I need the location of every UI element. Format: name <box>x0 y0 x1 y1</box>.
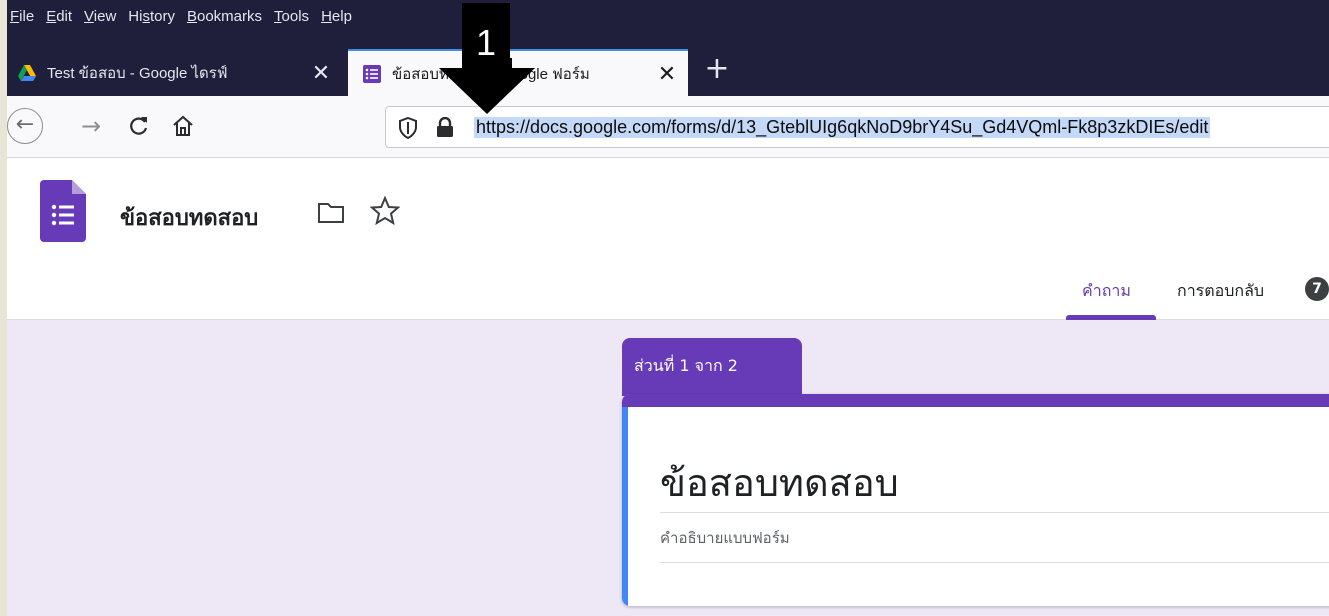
card-accent-bar <box>622 394 1329 407</box>
back-icon[interactable]: ← <box>7 108 43 144</box>
form-title[interactable]: ข้อสอบทดสอบ <box>660 452 899 513</box>
menu-file[interactable]: File <box>10 8 34 25</box>
response-count-badge: 7 <box>1305 277 1329 301</box>
menu-help[interactable]: Help <box>321 8 352 25</box>
navigation-toolbar: ← → https://docs.google.com/forms/d/13_G… <box>7 96 1329 158</box>
tab-questions[interactable]: คำถาม <box>1082 279 1131 304</box>
browser-window: File Edit View History Bookmarks Tools H… <box>7 0 1329 616</box>
new-tab-button[interactable]: + <box>700 53 734 87</box>
url-text[interactable]: https://docs.google.com/forms/d/13_Gtebl… <box>474 117 1211 138</box>
tracking-shield-icon[interactable] <box>398 116 418 140</box>
menu-edit[interactable]: Edit <box>46 8 72 25</box>
divider <box>660 562 1329 563</box>
form-title-card[interactable]: ข้อสอบทดสอบ คำอธิบายแบบฟอร์ม <box>622 394 1329 606</box>
google-forms-icon <box>362 64 382 84</box>
forms-tabs: คำถาม การตอบกลับ 7 <box>7 263 1329 320</box>
card-focus-bar <box>622 407 628 606</box>
menu-tools[interactable]: Tools <box>274 8 309 25</box>
google-drive-icon <box>17 63 37 83</box>
tab-responses[interactable]: การตอบกลับ <box>1177 279 1264 304</box>
document-title[interactable]: ข้อสอบทดสอบ <box>120 200 258 235</box>
annotation-arrow-icon <box>439 58 535 114</box>
google-forms-logo-icon[interactable] <box>40 180 86 242</box>
menu-history[interactable]: History <box>128 8 175 25</box>
form-description-field[interactable]: คำอธิบายแบบฟอร์ม <box>660 526 790 550</box>
menu-bar: File Edit View History Bookmarks Tools H… <box>7 0 1329 40</box>
lock-icon[interactable] <box>436 116 454 137</box>
form-editor-area: ส่วนที่ 1 จาก 2 ข้อสอบทดสอบ คำอธิบายแบบฟ… <box>7 320 1329 616</box>
close-tab-icon[interactable]: ✕ <box>306 60 336 86</box>
forms-header: ข้อสอบทดสอบ คำถาม การตอบกลับ 7 <box>7 158 1329 320</box>
forward-icon[interactable]: → <box>73 108 109 144</box>
section-label: ส่วนที่ 1 จาก 2 <box>622 338 802 396</box>
close-tab-icon[interactable]: ✕ <box>652 61 682 87</box>
star-icon[interactable] <box>369 195 401 226</box>
divider <box>660 512 1329 513</box>
home-icon[interactable] <box>165 108 201 144</box>
folder-icon[interactable] <box>317 200 345 226</box>
tab-title: Test ข้อสอบ - Google ไดรฟ์ <box>47 64 228 82</box>
reload-icon[interactable] <box>121 108 157 144</box>
menu-view[interactable]: View <box>84 8 116 25</box>
tab-google-drive[interactable]: Test ข้อสอบ - Google ไดรฟ์ ✕ <box>7 49 342 96</box>
menu-bookmarks[interactable]: Bookmarks <box>187 8 262 25</box>
tab-strip: Test ข้อสอบ - Google ไดรฟ์ ✕ ข้อสอบทดสอบ… <box>7 40 1329 96</box>
